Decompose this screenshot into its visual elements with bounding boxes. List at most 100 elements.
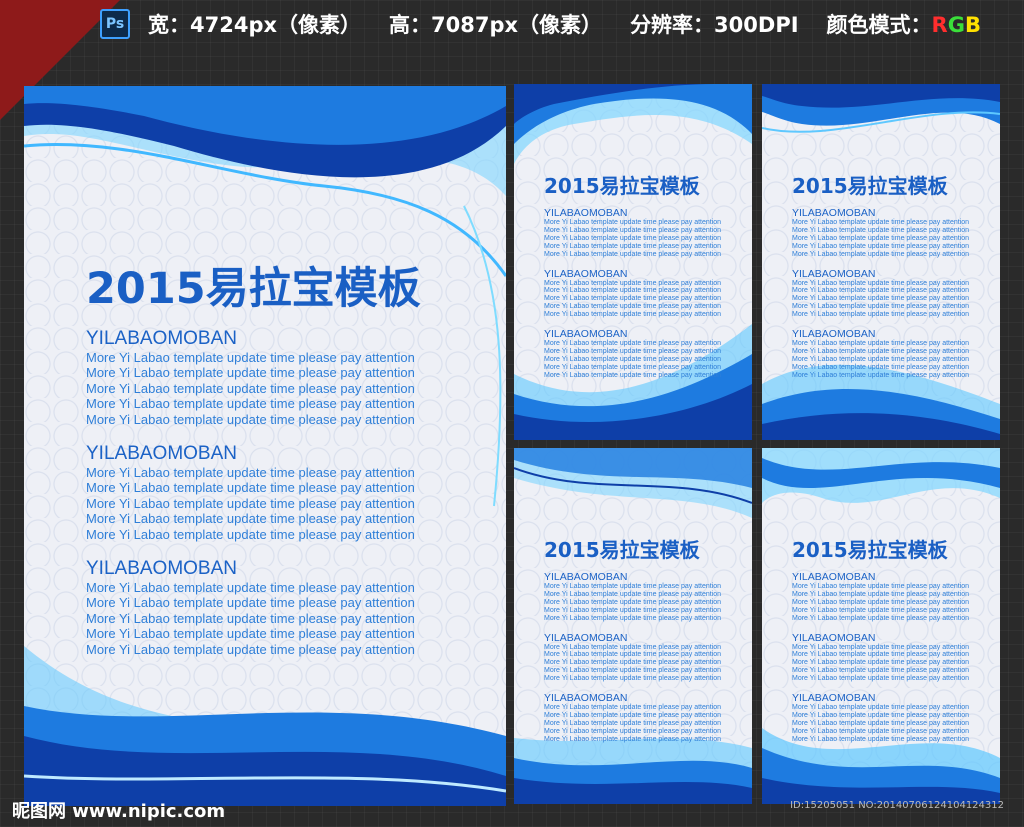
body-line: More Yi Labao template update time pleas… <box>86 641 415 657</box>
body-line: More Yi Labao template update time pleas… <box>792 371 970 379</box>
width-spec: 宽：4724px（像素） <box>148 13 362 37</box>
body-line: More Yi Labao template update time pleas… <box>544 704 722 712</box>
section-title: YILABAOMOBAN <box>544 207 628 219</box>
photoshop-icon: Ps <box>100 9 130 39</box>
section-title: YILABAOMOBAN <box>792 692 876 705</box>
body-line: More Yi Labao template update time pleas… <box>792 727 970 735</box>
body-line: More Yi Labao template update time pleas… <box>792 590 970 598</box>
poster-title: 2015易拉宝模板 <box>544 538 700 562</box>
body-line: More Yi Labao template update time pleas… <box>792 250 970 258</box>
body-line: More Yi Labao template update time pleas… <box>86 396 415 412</box>
body-line: More Yi Labao template update time pleas… <box>792 287 970 295</box>
height-spec: 高：7087px（像素） <box>389 13 603 37</box>
body-line: More Yi Labao template update time pleas… <box>86 411 415 427</box>
body-line: More Yi Labao template update time pleas… <box>86 526 415 542</box>
section-title: YILABAOMOBAN <box>86 328 237 349</box>
body-line: More Yi Labao template update time pleas… <box>792 355 970 363</box>
body-line: More Yi Labao template update time pleas… <box>86 610 415 626</box>
section-title: YILABAOMOBAN <box>792 571 876 583</box>
body-line: More Yi Labao template update time pleas… <box>544 606 722 614</box>
body-line: More Yi Labao template update time pleas… <box>86 495 415 511</box>
body-line: More Yi Labao template update time pleas… <box>792 675 970 683</box>
body-line: More Yi Labao template update time pleas… <box>792 651 970 659</box>
body-line: More Yi Labao template update time pleas… <box>544 295 722 303</box>
body-line: More Yi Labao template update time pleas… <box>792 242 970 250</box>
poster-variant-2: 2015易拉宝模板 YILABAOMOBAN More Yi Labao tem… <box>762 84 1000 440</box>
body-line: More Yi Labao template update time pleas… <box>792 234 970 242</box>
body-line: More Yi Labao template update time pleas… <box>792 363 970 371</box>
body-line: More Yi Labao template update time pleas… <box>792 719 970 727</box>
body-line: More Yi Labao template update time pleas… <box>792 659 970 667</box>
body-line: More Yi Labao template update time pleas… <box>792 303 970 311</box>
body-line: More Yi Labao template update time pleas… <box>792 347 970 355</box>
body-line: More Yi Labao template update time pleas… <box>544 727 722 735</box>
poster-main: 2015易拉宝模板 YILABAOMOBAN More Yi Labao tem… <box>24 86 506 806</box>
spec-header: Ps 宽：4724px（像素） 高：7087px（像素） 分辨率：300DPI … <box>100 4 1024 44</box>
body-line: More Yi Labao template update time pleas… <box>544 711 722 719</box>
body-line: More Yi Labao template update time pleas… <box>544 242 722 250</box>
section-title: YILABAOMOBAN <box>544 328 628 341</box>
body-line: More Yi Labao template update time pleas… <box>544 303 722 311</box>
body-line: More Yi Labao template update time pleas… <box>792 279 970 287</box>
body-line: More Yi Labao template update time pleas… <box>544 651 722 659</box>
poster-variant-1: 2015易拉宝模板 YILABAOMOBAN More Yi Labao tem… <box>514 84 752 440</box>
section-title: YILABAOMOBAN <box>544 631 628 644</box>
body-line: More Yi Labao template update time pleas… <box>544 667 722 675</box>
body-line: More Yi Labao template update time pleas… <box>544 347 722 355</box>
body-line: More Yi Labao template update time pleas… <box>792 704 970 712</box>
poster-title: 2015易拉宝模板 <box>544 174 700 198</box>
body-line: More Yi Labao template update time pleas… <box>86 511 415 527</box>
body-line: More Yi Labao template update time pleas… <box>544 735 722 743</box>
body-line: More Yi Labao template update time pleas… <box>792 340 970 348</box>
section-title: YILABAOMOBAN <box>792 328 876 341</box>
body-line: More Yi Labao template update time pleas… <box>86 580 415 596</box>
color-mode-spec: 颜色模式：RGB <box>826 13 981 37</box>
body-line: More Yi Labao template update time pleas… <box>86 380 415 396</box>
body-line: More Yi Labao template update time pleas… <box>86 350 415 365</box>
body-line: More Yi Labao template update time pleas… <box>544 250 722 258</box>
section-title: YILABAOMOBAN <box>86 443 237 465</box>
body-line: More Yi Labao template update time pleas… <box>544 287 722 295</box>
body-line: More Yi Labao template update time pleas… <box>86 480 415 496</box>
body-line: More Yi Labao template update time pleas… <box>544 371 722 379</box>
body-line: More Yi Labao template update time pleas… <box>544 363 722 371</box>
body-line: More Yi Labao template update time pleas… <box>544 659 722 667</box>
body-line: More Yi Labao template update time pleas… <box>544 675 722 683</box>
poster-title: 2015易拉宝模板 <box>792 538 948 562</box>
body-line: More Yi Labao template update time pleas… <box>792 735 970 743</box>
body-line: More Yi Labao template update time pleas… <box>792 583 970 590</box>
body-line: More Yi Labao template update time pleas… <box>544 279 722 287</box>
body-line: More Yi Labao template update time pleas… <box>544 590 722 598</box>
section-title: YILABAOMOBAN <box>544 692 628 705</box>
poster-title: 2015易拉宝模板 <box>86 264 421 314</box>
body-line: More Yi Labao template update time pleas… <box>792 614 970 622</box>
body-line: More Yi Labao template update time pleas… <box>792 311 970 319</box>
body-line: More Yi Labao template update time pleas… <box>792 295 970 303</box>
body-line: More Yi Labao template update time pleas… <box>86 365 415 381</box>
poster-variant-4: 2015易拉宝模板 YILABAOMOBAN More Yi Labao tem… <box>762 448 1000 804</box>
body-line: More Yi Labao template update time pleas… <box>792 606 970 614</box>
body-line: More Yi Labao template update time pleas… <box>86 626 415 642</box>
body-line: More Yi Labao template update time pleas… <box>86 465 415 481</box>
body-line: More Yi Labao template update time pleas… <box>544 614 722 622</box>
poster-title: 2015易拉宝模板 <box>792 174 948 198</box>
section-title: YILABAOMOBAN <box>792 267 876 280</box>
body-line: More Yi Labao template update time pleas… <box>544 311 722 319</box>
site-watermark: 昵图网 www.nipic.com <box>12 801 226 822</box>
body-line: More Yi Labao template update time pleas… <box>792 219 970 226</box>
section-title: YILABAOMOBAN <box>544 571 628 583</box>
section-title: YILABAOMOBAN <box>792 631 876 644</box>
body-line: More Yi Labao template update time pleas… <box>544 234 722 242</box>
body-line: More Yi Labao template update time pleas… <box>544 583 722 590</box>
body-line: More Yi Labao template update time pleas… <box>792 711 970 719</box>
body-line: More Yi Labao template update time pleas… <box>792 643 970 651</box>
body-line: More Yi Labao template update time pleas… <box>86 595 415 611</box>
section-title: YILABAOMOBAN <box>792 207 876 219</box>
body-line: More Yi Labao template update time pleas… <box>792 667 970 675</box>
body-line: More Yi Labao template update time pleas… <box>544 355 722 363</box>
section-title: YILABAOMOBAN <box>86 558 237 580</box>
body-line: More Yi Labao template update time pleas… <box>792 598 970 606</box>
body-line: More Yi Labao template update time pleas… <box>544 226 722 234</box>
body-line: More Yi Labao template update time pleas… <box>544 219 722 226</box>
poster-variant-3: 2015易拉宝模板 YILABAOMOBAN More Yi Labao tem… <box>514 448 752 804</box>
